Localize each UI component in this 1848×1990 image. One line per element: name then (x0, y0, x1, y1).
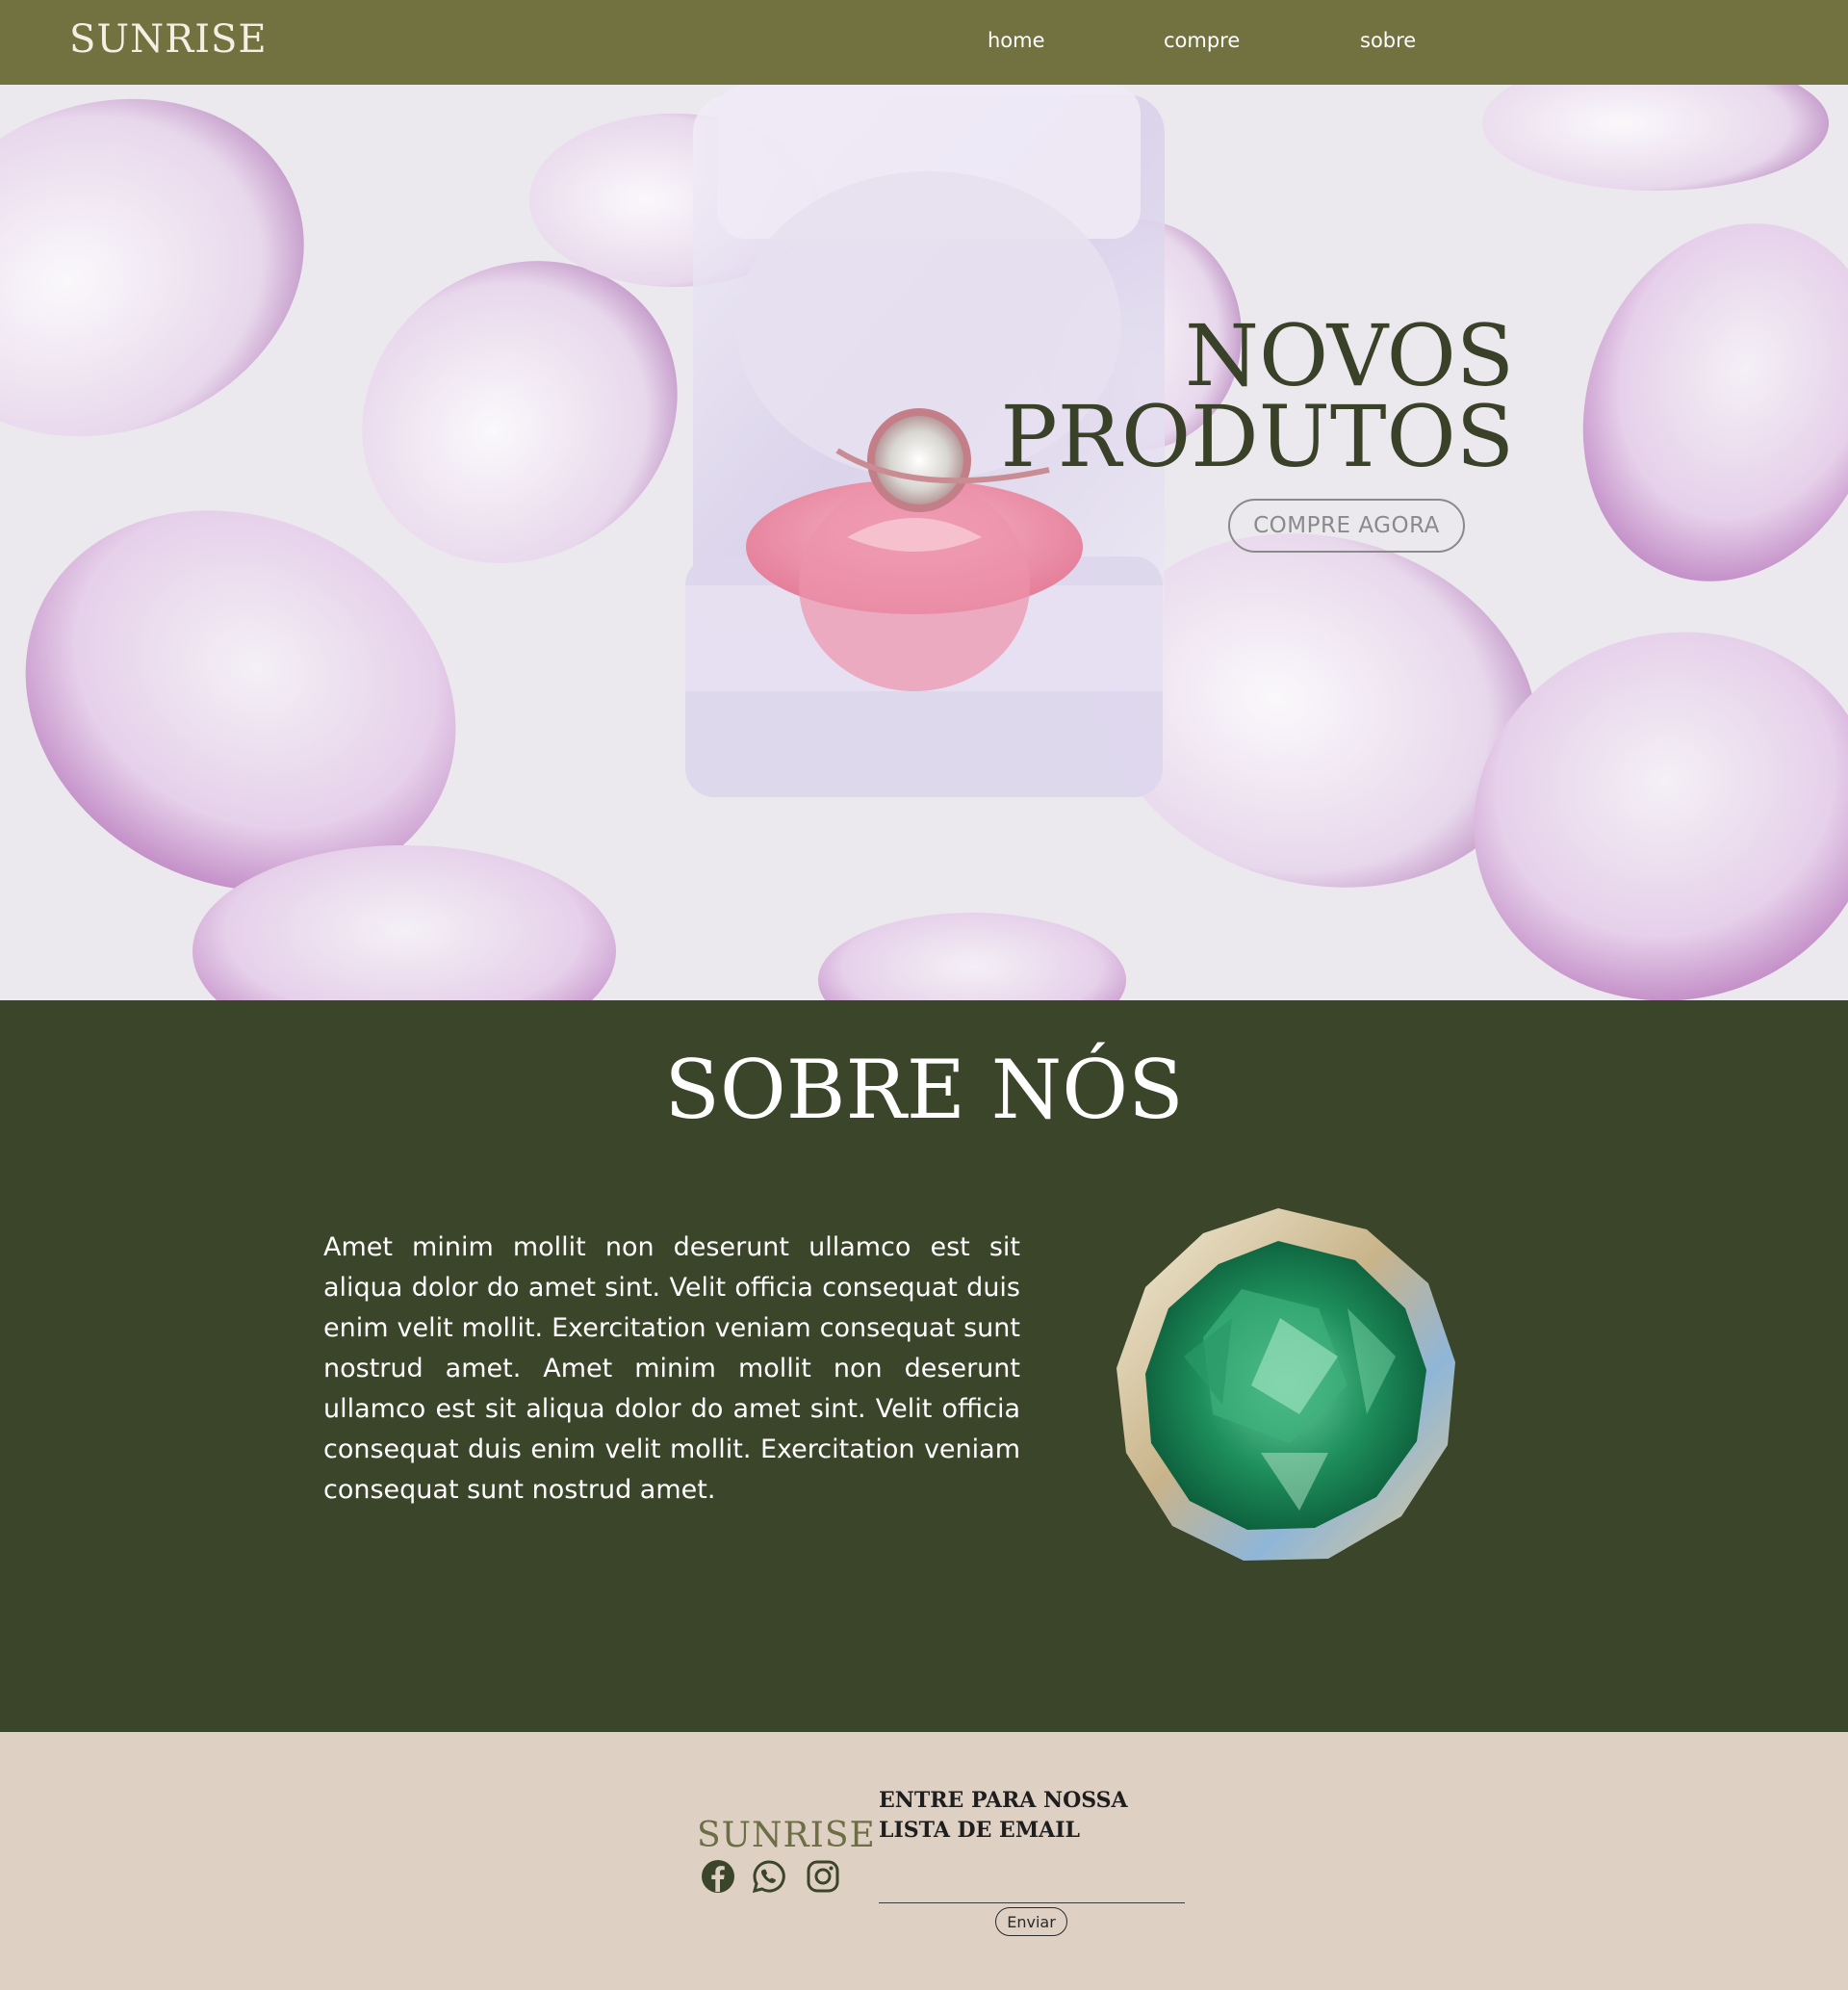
top-navbar: SUNRISE home compre sobre (0, 0, 1848, 85)
hero-banner: NOVOS PRODUTOS COMPRE AGORA (0, 85, 1848, 1000)
emerald-gem-image (1116, 1208, 1455, 1561)
hero-title-line-1: NOVOS (1184, 306, 1514, 405)
shop-now-button[interactable]: COMPRE AGORA (1228, 499, 1465, 553)
whatsapp-icon[interactable] (752, 1859, 786, 1894)
about-body-text: Amet minim mollit non deserunt ullamco e… (323, 1232, 1020, 1505)
email-input[interactable] (879, 1874, 1185, 1903)
about-title: SOBRE NÓS (664, 1043, 1184, 1137)
footer-brand-logo: SUNRISE (697, 1816, 876, 1855)
hero-title-line-2: PRODUTOS (1000, 387, 1514, 486)
newsletter-title: ENTRE PARA NOSSA LISTA DE EMAIL (879, 1788, 1128, 1843)
hero-title: NOVOS PRODUTOS (1000, 306, 1514, 486)
nav-link-sobre[interactable]: sobre (1360, 29, 1416, 52)
site-footer: SUNRISE ENTRE PARA NOSSA LISTA DE EMAIL … (0, 1732, 1848, 1990)
facebook-icon[interactable] (701, 1859, 735, 1894)
instagram-icon[interactable] (806, 1859, 840, 1894)
about-section: SOBRE NÓS Amet minim mollit non deserunt… (0, 1000, 1848, 1732)
hero-background-image (0, 85, 1848, 1000)
send-button[interactable]: Enviar (995, 1907, 1067, 1936)
brand-logo[interactable]: SUNRISE (69, 17, 268, 62)
nav-link-compre[interactable]: compre (1164, 29, 1240, 52)
nav-link-home[interactable]: home (988, 29, 1045, 52)
